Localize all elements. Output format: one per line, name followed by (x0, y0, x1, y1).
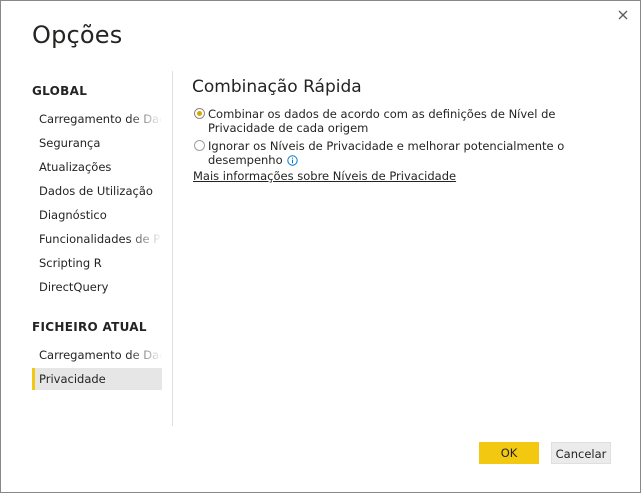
sidebar-item-label: Diagnóstico (39, 208, 107, 222)
section-title-current-file: FICHEIRO ATUAL (32, 320, 147, 334)
info-icon[interactable] (286, 155, 298, 169)
sidebar-item-label: Segurança (39, 136, 101, 150)
sidebar-item-label: Privacidade (39, 372, 106, 386)
sidebar-item-usage-data[interactable]: Dados de Utilização (32, 180, 162, 202)
sidebar-item-label: Dados de Utilização (39, 184, 153, 198)
sidebar-item-r-scripting[interactable]: Scripting R (32, 252, 162, 274)
dialog-title: Opções (32, 21, 123, 49)
sidebar-divider (172, 71, 173, 426)
sidebar-item-preview-features[interactable]: Funcionalidades de Pré-v (32, 228, 162, 250)
cancel-button[interactable]: Cancelar (551, 442, 611, 464)
sidebar-item-security[interactable]: Segurança (32, 132, 162, 154)
options-dialog: Opções GLOBAL Carregamento de Dados Segu… (0, 0, 641, 493)
sidebar-item-label: Atualizações (39, 160, 112, 174)
sidebar-item-diagnostics[interactable]: Diagnóstico (32, 204, 162, 226)
sidebar-item-label: Scripting R (39, 256, 102, 270)
sidebar-item-directquery[interactable]: DirectQuery (32, 276, 162, 298)
section-title-global: GLOBAL (32, 84, 88, 98)
radio-label: Combinar os dados de acordo com as defin… (208, 107, 556, 135)
close-icon[interactable] (613, 5, 633, 25)
sidebar-item-data-load-current[interactable]: Carregamento de Dados (32, 344, 162, 366)
sidebar-item-updates[interactable]: Atualizações (32, 156, 162, 178)
radio-label: Ignorar os Níveis de Privacidade e melho… (208, 139, 565, 167)
radio-ignore-privacy[interactable]: Ignorar os Níveis de Privacidade e melho… (194, 139, 614, 169)
sidebar-item-data-load-global[interactable]: Carregamento de Dados (32, 108, 162, 130)
sidebar-item-privacy[interactable]: Privacidade (32, 368, 162, 390)
privacy-levels-link[interactable]: Mais informações sobre Níveis de Privaci… (193, 169, 456, 183)
radio-button[interactable] (194, 140, 205, 151)
section-title-fast-combine: Combinação Rápida (192, 77, 362, 97)
radio-button-checked[interactable] (194, 108, 205, 119)
sidebar-item-label: DirectQuery (39, 280, 109, 294)
ok-button[interactable]: OK (479, 442, 539, 464)
radio-combine-privacy[interactable]: Combinar os dados de acordo com as defin… (194, 107, 614, 135)
